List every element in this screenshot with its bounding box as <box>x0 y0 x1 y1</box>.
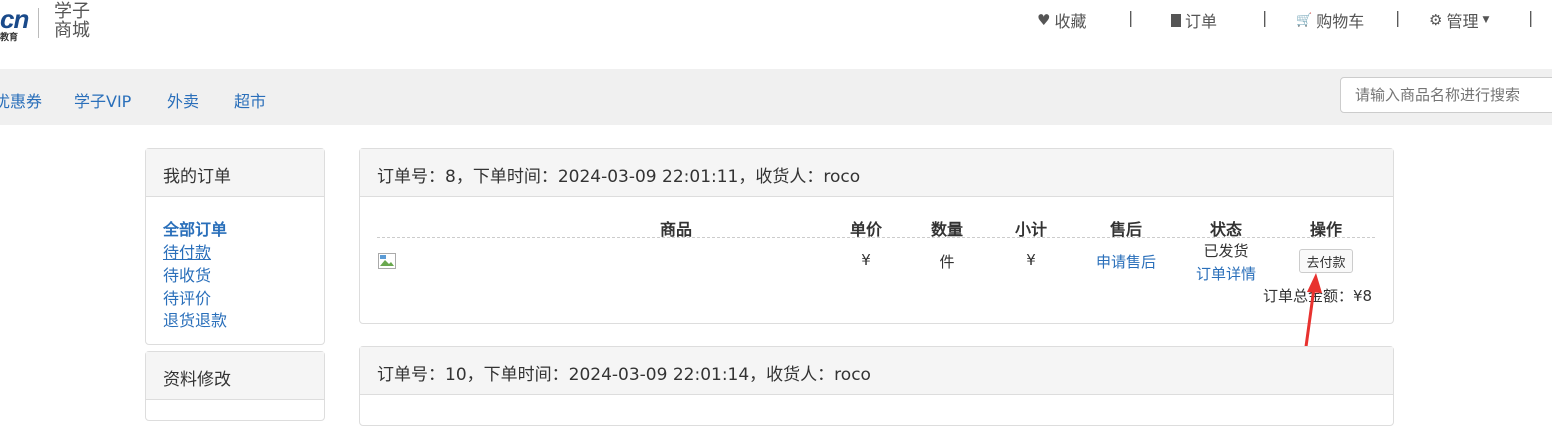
brand-name: 学子商城 <box>54 1 90 41</box>
order-item-subtotal: ¥ <box>1026 251 1036 269</box>
order-item-price: ¥ <box>861 251 871 269</box>
category-bar <box>0 69 1552 125</box>
category-takeout[interactable]: 外卖 <box>167 88 199 112</box>
nav-favorites-label: 收藏 <box>1054 12 1087 31</box>
sidebar-item-refunds[interactable]: 退货退款 <box>163 307 227 331</box>
cart-icon: 🛒 <box>1296 12 1313 28</box>
category-supermarket[interactable]: 超市 <box>234 88 266 112</box>
nav-manage-label: 管理 <box>1446 12 1479 31</box>
product-image[interactable] <box>378 253 396 269</box>
order-item-qty: 件 <box>939 253 955 271</box>
nav-orders-label: 订单 <box>1185 12 1218 31</box>
order-panel: 订单号：10，下单时间：2024-03-09 22:01:14，收货人：roco <box>359 346 1394 426</box>
nav-cart[interactable]: 🛒 购物车 <box>1296 8 1364 32</box>
category-vip[interactable]: 学子VIP <box>74 88 131 112</box>
order-header: 订单号：8，下单时间：2024-03-09 22:01:11，收货人：roco <box>360 149 1393 197</box>
broken-image-icon <box>378 253 396 269</box>
document-icon <box>1171 13 1181 27</box>
brand-logo-sub: 教育 <box>0 33 19 43</box>
nav-separator: | <box>1128 8 1134 27</box>
sidebar-profile-panel: 资料修改 <box>145 351 325 421</box>
logo-divider <box>38 8 39 38</box>
caret-down-icon: ▼ <box>1482 15 1490 25</box>
nav-separator: | <box>1528 8 1534 27</box>
table-divider <box>377 237 1375 238</box>
nav-separator: | <box>1262 8 1268 27</box>
order-header: 订单号：10，下单时间：2024-03-09 22:01:14，收货人：roco <box>360 347 1393 395</box>
order-status: 已发货 <box>1203 242 1249 260</box>
aftersale-link[interactable]: 申请售后 <box>1091 251 1161 272</box>
sidebar-item-pending-payment[interactable]: 待付款 <box>163 239 211 263</box>
sidebar-profile-title[interactable]: 资料修改 <box>146 352 324 400</box>
search-input[interactable] <box>1340 77 1552 113</box>
nav-cart-label: 购物车 <box>1316 12 1365 31</box>
heart-icon: ♥ <box>1037 11 1051 29</box>
sidebar-item-all-orders[interactable]: 全部订单 <box>163 216 227 240</box>
order-detail-link[interactable]: 订单详情 <box>1191 263 1261 284</box>
category-coupons[interactable]: 优惠券 <box>0 88 42 112</box>
nav-separator: | <box>1395 8 1401 27</box>
nav-favorites[interactable]: ♥ 收藏 <box>1037 8 1086 32</box>
sidebar-orders-title: 我的订单 <box>146 149 324 197</box>
nav-orders[interactable]: 订单 <box>1171 8 1217 32</box>
nav-manage[interactable]: ⚙ 管理 ▼ <box>1429 8 1489 32</box>
gears-icon: ⚙ <box>1429 11 1443 29</box>
sidebar-item-pending-receipt[interactable]: 待收货 <box>163 262 211 286</box>
sidebar-item-pending-review[interactable]: 待评价 <box>163 285 211 309</box>
